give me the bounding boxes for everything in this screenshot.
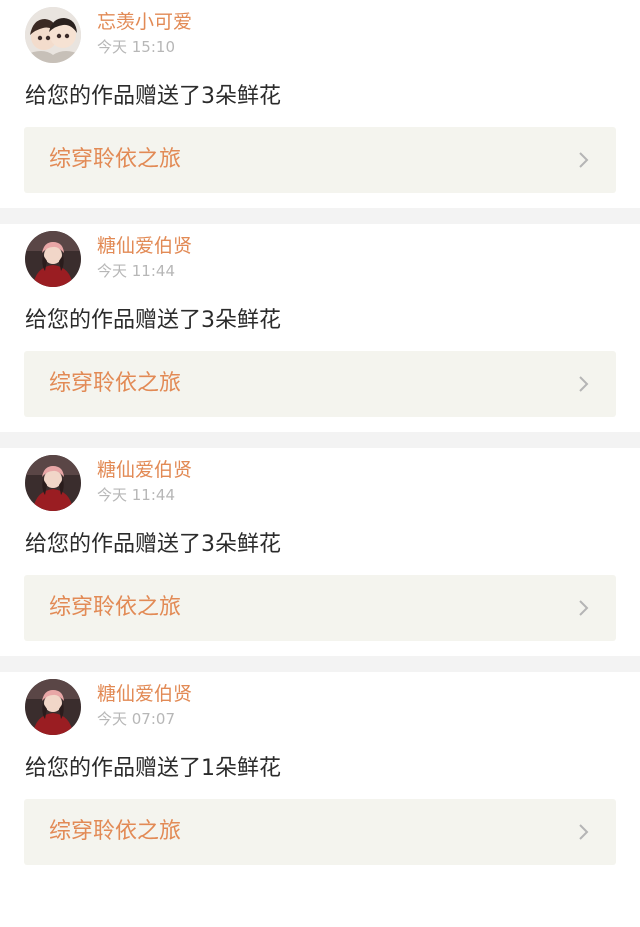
timestamp: 今天 11:44	[97, 486, 175, 504]
message-text: 给您的作品赠送了3朵鲜花	[25, 308, 281, 333]
chevron-right-icon	[579, 376, 589, 392]
work-title: 综穿聆依之旅	[49, 595, 182, 620]
username[interactable]: 糖仙爱伯贤	[97, 682, 192, 706]
username[interactable]: 糖仙爱伯贤	[97, 458, 192, 482]
girl-photo-avatar-icon[interactable]	[25, 679, 81, 735]
message-text: 给您的作品赠送了3朵鲜花	[25, 84, 281, 109]
chevron-right-icon	[579, 600, 589, 616]
timestamp: 今天 15:10	[97, 38, 175, 56]
notification-feed: 忘羡小可爱 今天 15:10 给您的作品赠送了3朵鲜花 综穿聆依之旅 糖仙爱伯贤…	[0, 0, 640, 880]
notification-card: 忘羡小可爱 今天 15:10 给您的作品赠送了3朵鲜花 综穿聆依之旅	[0, 0, 640, 208]
chevron-right-icon	[579, 152, 589, 168]
work-title: 综穿聆依之旅	[49, 371, 182, 396]
girl-photo-avatar-icon[interactable]	[25, 231, 81, 287]
work-title: 综穿聆依之旅	[49, 819, 182, 844]
work-link[interactable]: 综穿聆依之旅	[24, 575, 616, 641]
separator	[0, 208, 640, 224]
notification-card: 糖仙爱伯贤 今天 11:44 给您的作品赠送了3朵鲜花 综穿聆依之旅	[0, 224, 640, 432]
cartoon-couple-avatar-icon[interactable]	[25, 7, 81, 63]
message-text: 给您的作品赠送了3朵鲜花	[25, 532, 281, 557]
message-text: 给您的作品赠送了1朵鲜花	[25, 756, 281, 781]
username[interactable]: 忘羡小可爱	[97, 10, 192, 34]
girl-photo-avatar-icon[interactable]	[25, 455, 81, 511]
username[interactable]: 糖仙爱伯贤	[97, 234, 192, 258]
notification-card: 糖仙爱伯贤 今天 07:07 给您的作品赠送了1朵鲜花 综穿聆依之旅	[0, 672, 640, 880]
work-link[interactable]: 综穿聆依之旅	[24, 799, 616, 865]
separator	[0, 432, 640, 448]
timestamp: 今天 07:07	[97, 710, 175, 728]
work-title: 综穿聆依之旅	[49, 147, 182, 172]
chevron-right-icon	[579, 824, 589, 840]
work-link[interactable]: 综穿聆依之旅	[24, 127, 616, 193]
work-link[interactable]: 综穿聆依之旅	[24, 351, 616, 417]
separator	[0, 656, 640, 672]
notification-card: 糖仙爱伯贤 今天 11:44 给您的作品赠送了3朵鲜花 综穿聆依之旅	[0, 448, 640, 656]
timestamp: 今天 11:44	[97, 262, 175, 280]
